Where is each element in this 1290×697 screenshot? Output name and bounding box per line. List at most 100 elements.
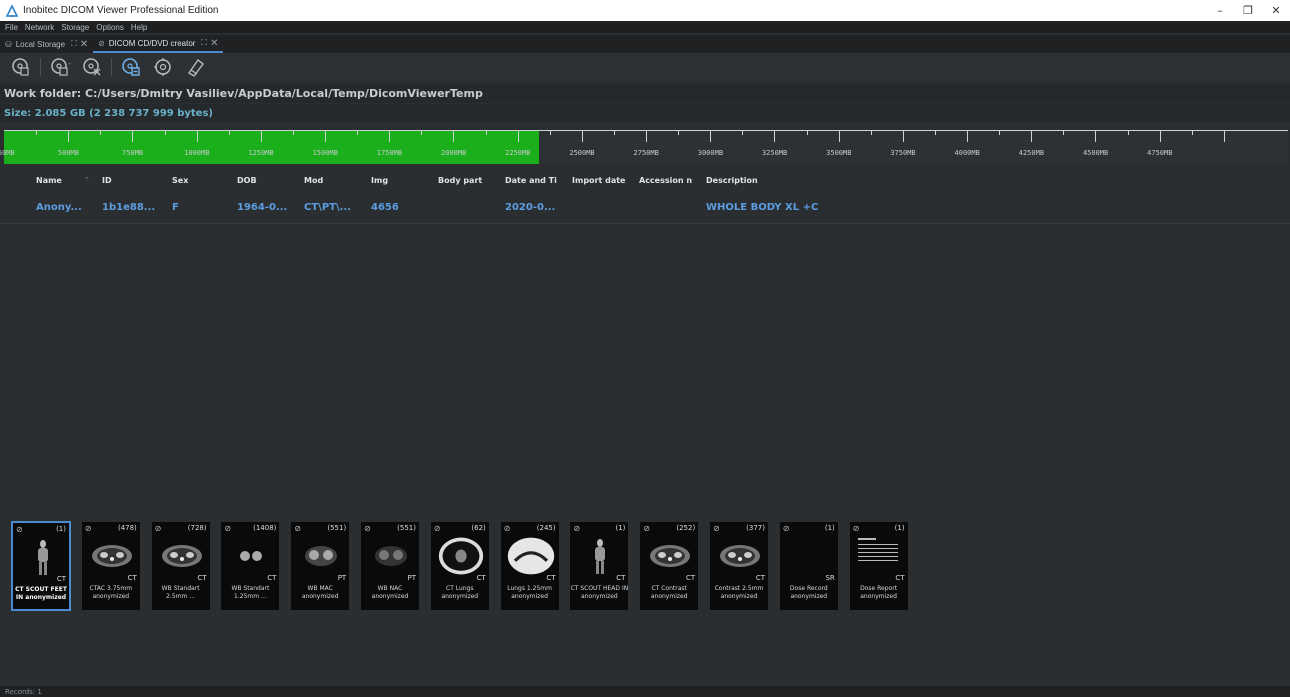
- series-checkbox-icon[interactable]: ⊘: [155, 524, 162, 533]
- series-thumbnail[interactable]: ⊘ (1) CT Dose Report anonymized: [848, 521, 909, 611]
- series-checkbox-icon[interactable]: ⊘: [364, 524, 371, 533]
- series-image-count: (245): [536, 524, 556, 532]
- cell-sex: F: [172, 202, 179, 213]
- column-header-id[interactable]: ID: [102, 176, 152, 185]
- gauge-minor-tick: [164, 130, 166, 135]
- cell-id: 1b1e88...: [102, 202, 156, 213]
- close-tab-icon[interactable]: ✕: [80, 39, 88, 50]
- series-thumbnail[interactable]: ⊘ (252) CT CT Contrast anonymized: [639, 521, 700, 611]
- series-thumbnail[interactable]: ⊘ (551) PT WB MAC anonymized: [290, 521, 351, 611]
- tab-cd-dvd-creator[interactable]: ⊘ DICOM CD/DVD creator ⛶ ✕: [93, 35, 224, 53]
- gauge-tick: [68, 130, 70, 142]
- close-button[interactable]: ✕: [1262, 0, 1290, 21]
- gauge-tick-label: 250MB: [0, 149, 15, 157]
- series-thumbnail[interactable]: ⊘ (728) CT WB Standart 2.5mm ...: [150, 521, 211, 611]
- gauge-minor-tick: [357, 130, 359, 135]
- create-image-icon: [122, 57, 140, 76]
- gauge-tick: [774, 130, 776, 142]
- series-checkbox-icon[interactable]: ⊘: [224, 524, 231, 533]
- gauge-tick: [325, 130, 326, 142]
- series-thumbnail[interactable]: ⊘ (1) CT CT SCOUT FEET IN anonymized: [11, 521, 71, 611]
- series-checkbox-icon[interactable]: ⊘: [643, 524, 650, 533]
- column-header-img[interactable]: Img: [371, 176, 421, 185]
- gauge-tick-label: 2500MB: [569, 149, 595, 157]
- detach-tab-icon[interactable]: ⛶: [71, 39, 77, 49]
- gauge-minor-tick: [485, 130, 487, 135]
- disc-settings-button[interactable]: [150, 55, 176, 79]
- gauge-minor-tick: [678, 130, 680, 135]
- column-header-import-date[interactable]: Import date: [572, 176, 627, 185]
- series-thumbnail[interactable]: ⊘ (478) CT CTAC 3.75mm anonymized: [80, 521, 141, 611]
- column-header-date[interactable]: Date and Tir: [505, 176, 557, 185]
- gauge-tick: [517, 130, 519, 142]
- table-row[interactable]: Anony... 1b1e88... F 1964-0... CT\PT\...…: [0, 198, 1290, 224]
- add-disc-button[interactable]: ˅: [47, 55, 73, 79]
- series-thumbnail[interactable]: ⊘ (1408) CT WB Standart 1.25mm ...: [220, 521, 281, 611]
- column-header-name[interactable]: Name: [36, 176, 76, 185]
- series-checkbox-icon[interactable]: ⊘: [434, 524, 441, 533]
- series-checkbox-icon[interactable]: ⊘: [16, 525, 23, 534]
- column-header-body-part[interactable]: Body part: [438, 176, 498, 185]
- tab-bar: ⛁ Local Storage ⛶ ✕ ⊘ DICOM CD/DVD creat…: [0, 35, 1290, 53]
- column-header-sex[interactable]: Sex: [172, 176, 222, 185]
- series-checkbox-icon[interactable]: ⊘: [713, 524, 720, 533]
- series-label: Lungs 1.25mm anonymized: [507, 585, 552, 600]
- eraser-button[interactable]: [182, 55, 208, 79]
- series-thumbnail[interactable]: ⊘ (62) CT CT Lungs anonymized: [429, 521, 490, 611]
- close-tab-icon[interactable]: ✕: [210, 38, 218, 49]
- gauge-minor-tick: [935, 130, 936, 135]
- gauge-tick-label: 3250MB: [761, 149, 788, 157]
- series-checkbox-icon[interactable]: ⊘: [783, 524, 790, 533]
- series-modality: CT: [476, 574, 486, 582]
- series-thumbnail[interactable]: ⊘ (245) CT Lungs 1.25mm anonymized: [499, 521, 560, 611]
- gauge-minor-tick: [36, 130, 38, 135]
- remove-disc-button[interactable]: [79, 55, 105, 79]
- column-header-dob[interactable]: DOB: [237, 176, 287, 185]
- series-checkbox-icon[interactable]: ⊘: [573, 524, 580, 533]
- detach-tab-icon[interactable]: ⛶: [201, 38, 207, 48]
- column-header-mod[interactable]: Mod: [304, 176, 354, 185]
- series-thumbnail[interactable]: ⊘ (377) CT Contrast 2.5mm anonymized: [709, 521, 769, 611]
- add-disc-icon: ˅: [51, 57, 71, 76]
- gauge-tick: [260, 130, 262, 142]
- series-image-count: (377): [746, 524, 765, 532]
- menu-storage[interactable]: Storage: [61, 23, 89, 32]
- gauge-tick: [967, 130, 968, 142]
- gauge-minor-tick: [999, 130, 1001, 135]
- restore-button[interactable]: ❐: [1234, 0, 1262, 21]
- cell-mod: CT\PT\...: [304, 202, 352, 213]
- menu-options[interactable]: Options: [96, 23, 124, 32]
- burn-disc-button[interactable]: [8, 55, 34, 79]
- series-checkbox-icon[interactable]: ⊘: [294, 524, 301, 533]
- column-header-accession[interactable]: Accession n: [639, 176, 694, 185]
- column-header-description[interactable]: Description: [706, 176, 826, 185]
- gauge-tick: [196, 130, 198, 142]
- series-preview-image: [646, 536, 694, 576]
- series-preview-image: [227, 536, 275, 576]
- series-thumbnail[interactable]: ⊘ (1) CT CT SCOUT HEAD IN anonymized: [569, 521, 630, 611]
- menu-network[interactable]: Network: [25, 23, 54, 32]
- series-label: CT SCOUT FEET IN anonymized: [15, 586, 67, 601]
- gauge-minor-tick: [293, 130, 294, 135]
- series-preview-image: [367, 536, 415, 576]
- gauge-minor-tick: [1127, 130, 1129, 135]
- menu-help[interactable]: Help: [131, 23, 147, 32]
- series-thumbnail[interactable]: ⊘ (1) SR Dose Record anonymized: [778, 521, 839, 611]
- tab-local-storage[interactable]: ⛁ Local Storage ⛶ ✕: [0, 35, 93, 53]
- gauge-tick-label: 4000MB: [954, 149, 980, 157]
- series-image-count: (551): [397, 524, 416, 532]
- series-checkbox-icon[interactable]: ⊘: [85, 524, 92, 533]
- series-preview-image: [88, 536, 136, 576]
- gauge-tick-label: 1750MB: [376, 149, 403, 157]
- minimize-button[interactable]: –: [1206, 0, 1234, 21]
- create-image-button[interactable]: [118, 55, 144, 79]
- series-image-count: (1): [56, 525, 66, 533]
- gauge-tick-label: 4750MB: [1147, 149, 1173, 157]
- menu-file[interactable]: File: [5, 23, 18, 32]
- gauge-tick-label: 3500MB: [826, 149, 852, 157]
- gauge-tick-label: 2750MB: [633, 149, 659, 157]
- series-checkbox-icon[interactable]: ⊘: [853, 524, 860, 533]
- series-modality: CT: [686, 574, 696, 582]
- tab-label: Local Storage: [15, 39, 66, 49]
- series-thumbnail[interactable]: ⊘ (551) PT WB NAC anonymized: [360, 521, 420, 611]
